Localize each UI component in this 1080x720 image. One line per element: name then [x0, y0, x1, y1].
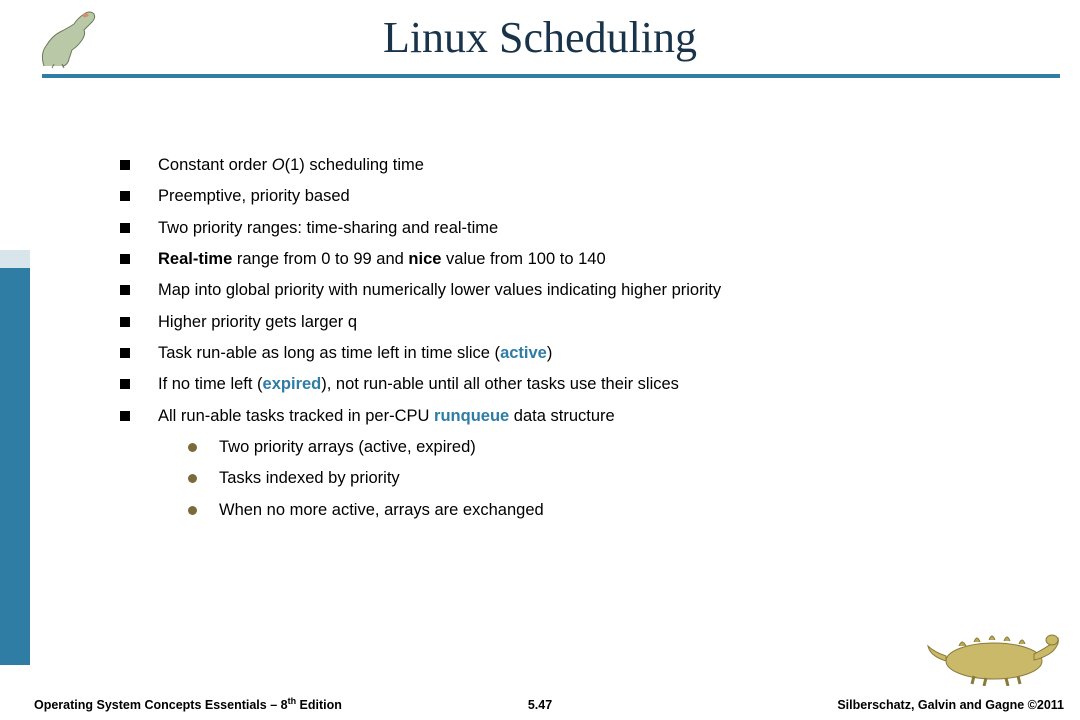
bullet-item: If no time left (expired), not run-able …	[120, 369, 1020, 400]
bullet-text: Two priority ranges: time-sharing and re…	[158, 213, 498, 244]
bullet-text: Task run-able as long as time left in ti…	[158, 338, 552, 369]
bullet-item: Constant order O(1) scheduling time	[120, 150, 1020, 181]
bullet-item: Higher priority gets larger q	[120, 307, 1020, 338]
title-underline	[42, 74, 1060, 78]
sub-bullet-item: Tasks indexed by priority	[188, 463, 1020, 494]
bullet-item: Map into global priority with numericall…	[120, 275, 1020, 306]
sub-bullet-text: Tasks indexed by priority	[219, 463, 400, 494]
bullet-text: Preemptive, priority based	[158, 181, 350, 212]
bullet-text: Higher priority gets larger q	[158, 307, 357, 338]
square-bullet-icon	[120, 411, 130, 421]
square-bullet-icon	[120, 254, 130, 264]
sub-bullet-text: When no more active, arrays are exchange…	[219, 495, 544, 526]
bullet-item: Task run-able as long as time left in ti…	[120, 338, 1020, 369]
left-blue-stripe	[0, 250, 30, 665]
footer-right: Silberschatz, Galvin and Gagne ©2011	[837, 698, 1064, 712]
sub-bullet-item: Two priority arrays (active, expired)	[188, 432, 1020, 463]
sub-bullet-text: Two priority arrays (active, expired)	[219, 432, 476, 463]
slide-title: Linux Scheduling	[0, 12, 1080, 63]
bullet-text: Real-time range from 0 to 99 and nice va…	[158, 244, 606, 275]
left-light-stripe	[0, 250, 30, 268]
dot-bullet-icon	[188, 443, 197, 452]
square-bullet-icon	[120, 160, 130, 170]
bullet-item: Preemptive, priority based	[120, 181, 1020, 212]
bullet-item: Real-time range from 0 to 99 and nice va…	[120, 244, 1020, 275]
sub-bullet-item: When no more active, arrays are exchange…	[188, 495, 1020, 526]
square-bullet-icon	[120, 379, 130, 389]
bullet-text: Constant order O(1) scheduling time	[158, 150, 424, 181]
bullet-item: All run-able tasks tracked in per-CPU ru…	[120, 401, 1020, 432]
dot-bullet-icon	[188, 474, 197, 483]
bullet-list: Constant order O(1) scheduling time Pree…	[120, 150, 1020, 526]
bullet-text: If no time left (expired), not run-able …	[158, 369, 679, 400]
footer: Operating System Concepts Essentials – 8…	[0, 692, 1080, 712]
bullet-text: All run-able tasks tracked in per-CPU ru…	[158, 401, 615, 432]
square-bullet-icon	[120, 285, 130, 295]
bullet-text: Map into global priority with numericall…	[158, 275, 721, 306]
square-bullet-icon	[120, 317, 130, 327]
bullet-item: Two priority ranges: time-sharing and re…	[120, 213, 1020, 244]
square-bullet-icon	[120, 191, 130, 201]
dot-bullet-icon	[188, 506, 197, 515]
square-bullet-icon	[120, 348, 130, 358]
dinosaur-bottom-image	[924, 616, 1064, 686]
slide: Linux Scheduling Constant order O(1) sch…	[0, 0, 1080, 720]
square-bullet-icon	[120, 223, 130, 233]
